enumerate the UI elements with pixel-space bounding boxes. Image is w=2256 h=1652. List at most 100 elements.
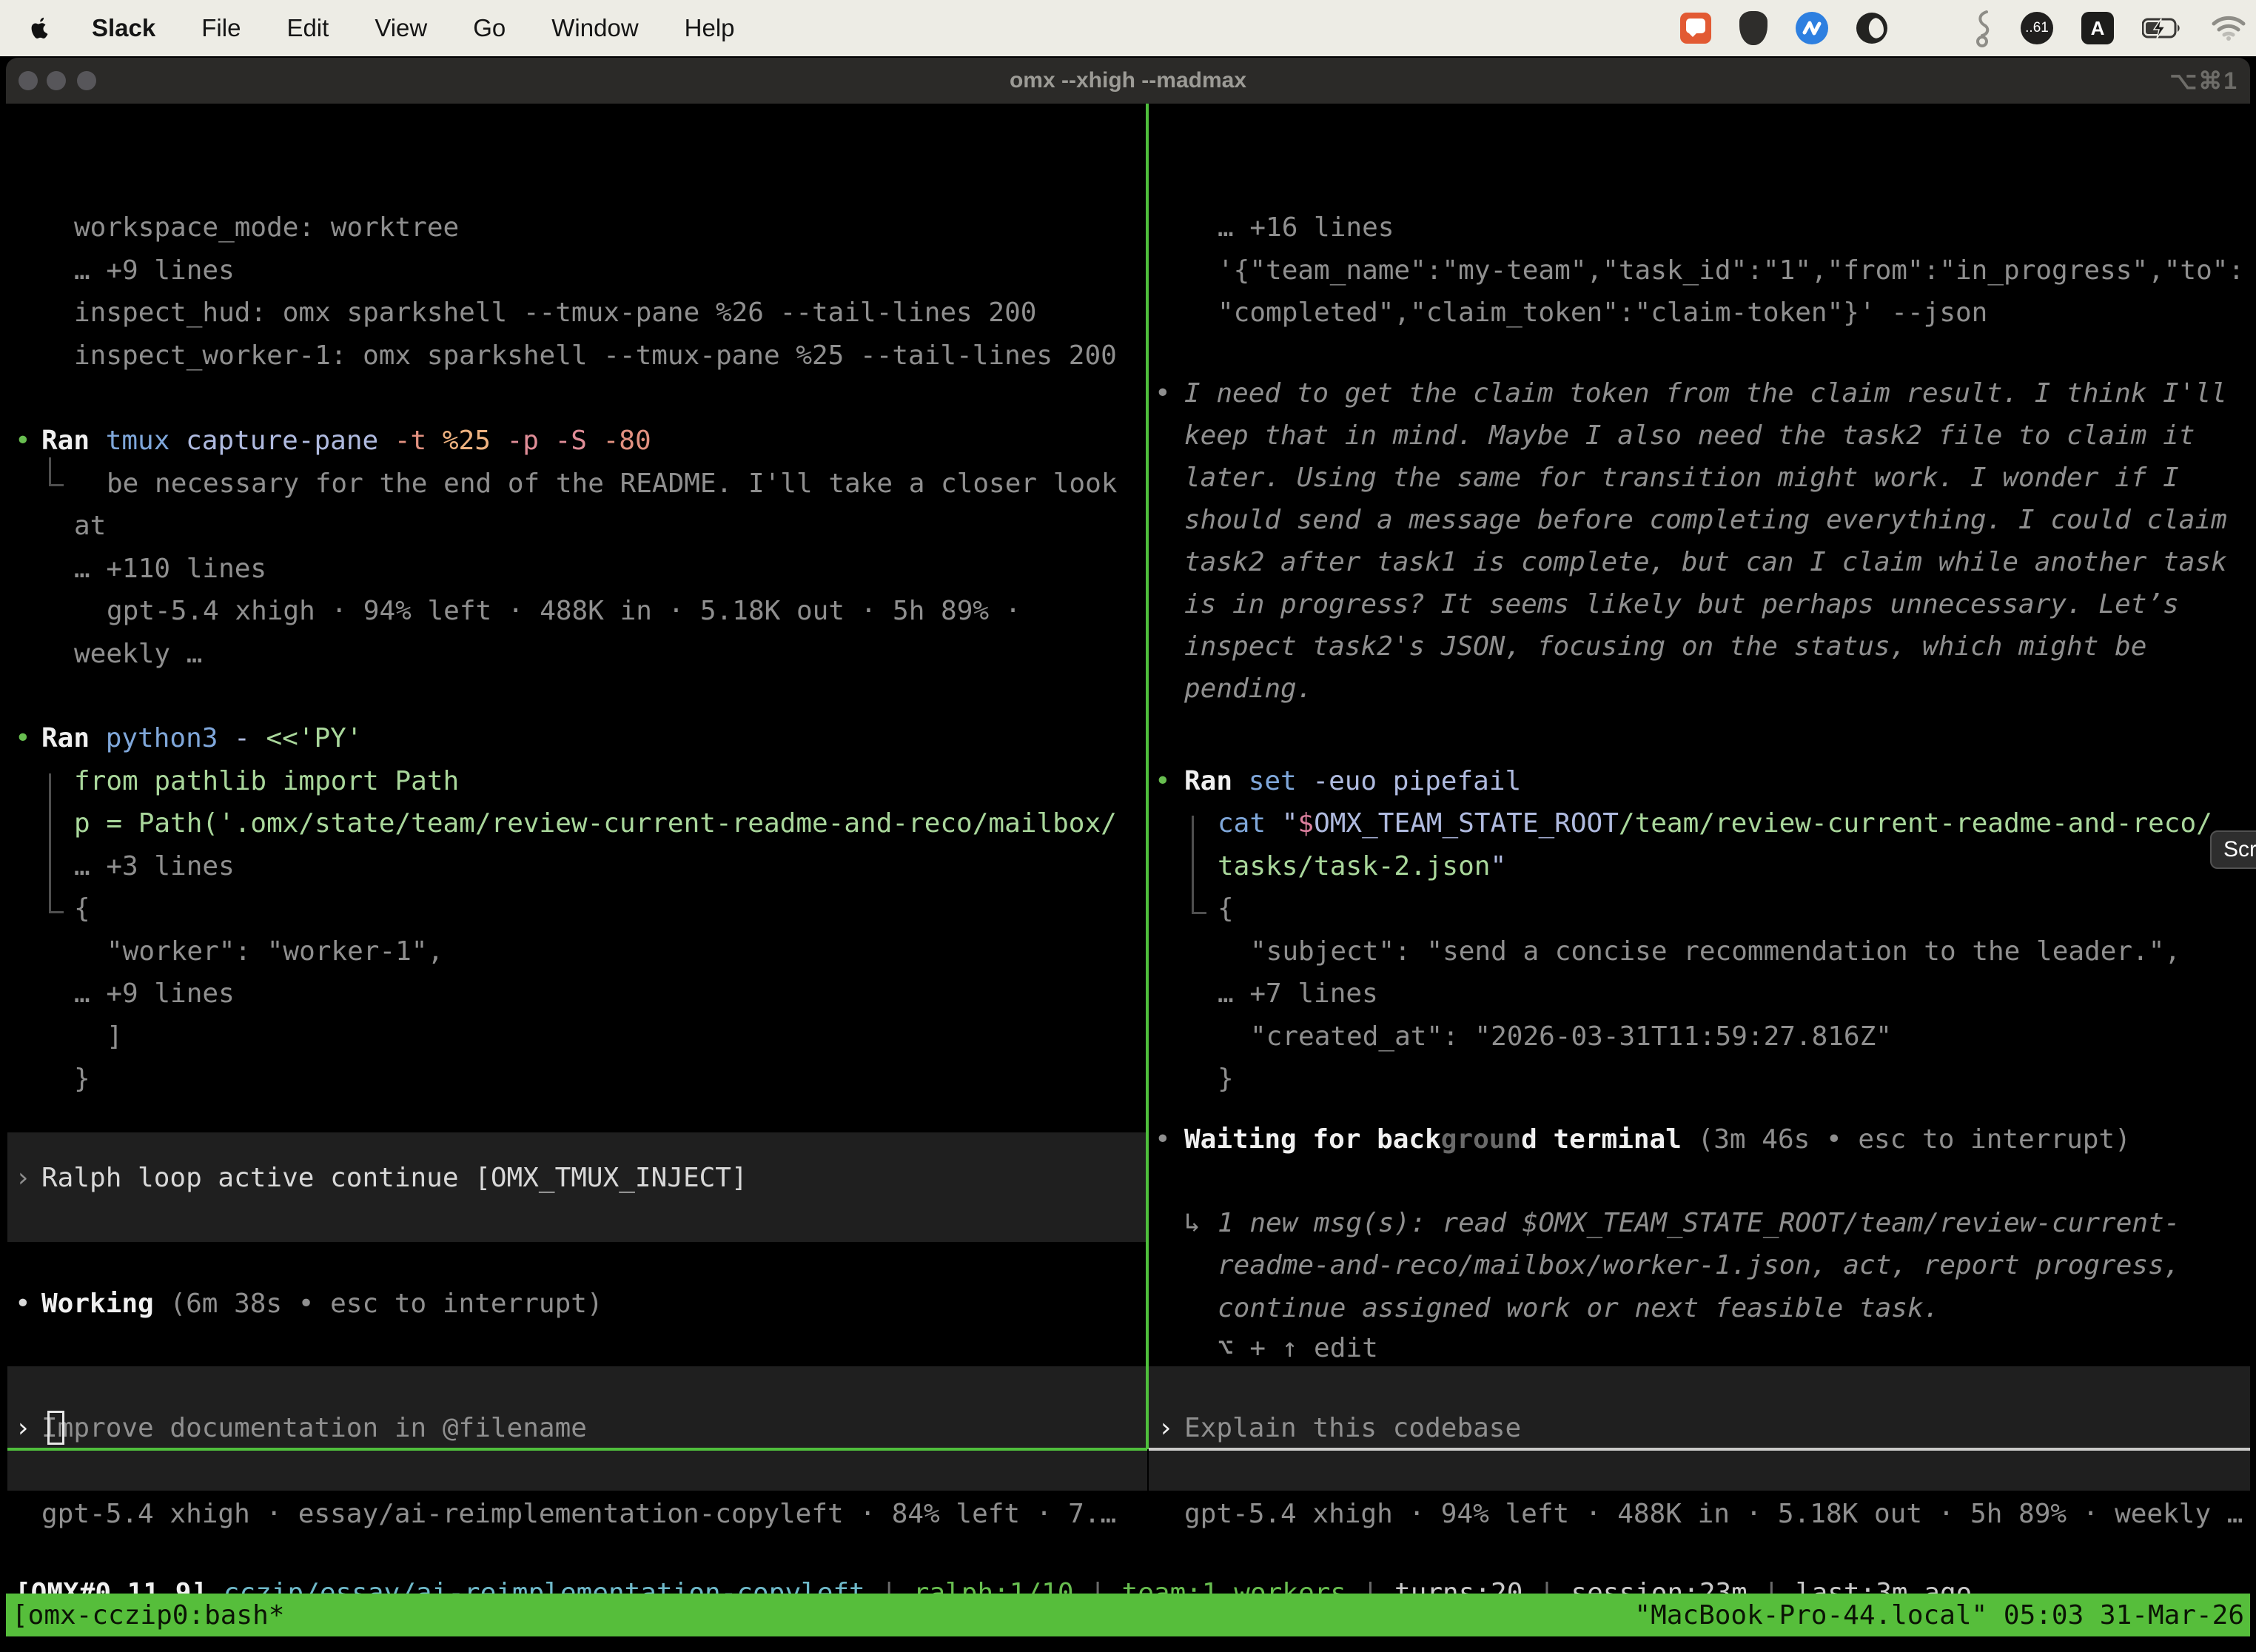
text-segment: should send a message before completing … (1184, 505, 2227, 535)
output-guide-line (1192, 816, 1194, 912)
text-segment: later. Using the same for transition mig… (1184, 463, 2179, 493)
terminal-line: should send a message before completing … (1184, 500, 2227, 541)
text-segment: - (234, 723, 266, 753)
terminal-line: "completed","claim_token":"claim-token"}… (1218, 292, 1987, 334)
text-segment: Explain this codebase (1184, 1413, 1521, 1443)
input-source-icon[interactable]: A (2081, 12, 2114, 44)
text-segment: tmux (106, 426, 186, 456)
terminal-line: gpt-5.4 xhigh · 94% left · 488K in · 5.1… (107, 591, 1021, 632)
terminal-line: … +7 lines (1218, 973, 1378, 1015)
terminal-line: › (1158, 1408, 1174, 1449)
text-segment: Improve documentation in @filename (41, 1413, 587, 1443)
terminal-line: • (15, 718, 31, 759)
terminal-line: … +110 lines (74, 548, 266, 590)
window-title: omx --xhigh --madmax (0, 58, 2256, 104)
terminal-line: • (1155, 761, 1171, 802)
text-segment: "completed","claim_token":"claim-token"}… (1218, 298, 1987, 328)
terminal-line: › (15, 1158, 31, 1199)
menu-item-window[interactable]: Window (551, 14, 638, 41)
menu-item-file[interactable]: File (201, 14, 241, 41)
terminal-line: "subject": "send a concise recommendatio… (1250, 931, 2181, 973)
text-segment: workspace_mode: worktree (74, 212, 459, 243)
text-segment: -80 (603, 426, 651, 456)
text-cursor (47, 1411, 64, 1445)
text-segment: • (15, 1289, 31, 1319)
terminal-line: cat "$OMX_TEAM_STATE_ROOT/team/review-cu… (1218, 803, 2212, 845)
text-segment: … +9 lines (74, 255, 235, 286)
text-segment: (6m 38s • esc to interrupt) (154, 1289, 603, 1319)
terminal-line: inspect task2's JSON, focusing on the st… (1184, 626, 2146, 668)
terminal-line: ] (107, 1016, 123, 1058)
text-segment: inspect_hud: omx sparkshell --tmux-pane … (74, 298, 1036, 328)
text-segment: } (74, 1064, 90, 1094)
terminal-line: Working (6m 38s • esc to interrupt) (41, 1283, 603, 1325)
text-segment: '{"team_name":"my-team","task_id":"1","f… (1218, 255, 2244, 286)
text-segment: Working (41, 1289, 154, 1319)
terminal-line: Ralph loop active continue [OMX_TMUX_INJ… (41, 1158, 748, 1199)
terminal[interactable]: workspace_mode: worktree … +9 lines inspec… (6, 104, 2250, 1652)
text-segment: gpt-5.4 xhigh · 94% left · 488K in · 5.1… (1184, 1499, 2243, 1529)
output-guide-corner (49, 911, 64, 913)
text-segment: • (15, 426, 31, 456)
privacy-shield-icon[interactable] (1739, 11, 1767, 45)
text-segment: set (1249, 766, 1313, 796)
text-segment: gpt-5.4 xhigh · 94% left · 488K in · 5.1… (107, 596, 1021, 626)
terminal-line: Ran set -euo pipefail (1184, 761, 1521, 802)
text-segment: "subject": "send a concise recommendatio… (1250, 936, 2181, 967)
dark-mode-moon-icon[interactable] (1856, 13, 1887, 44)
text-segment: 1 new msg(s): read $OMX_TEAM_STATE_ROOT/… (1218, 1208, 2180, 1238)
menu-app-name[interactable]: Slack (92, 14, 155, 42)
terminal-line: › (15, 1408, 31, 1449)
terminal-line: inspect_hud: omx sparkshell --tmux-pane … (74, 292, 1036, 334)
terminal-line: task2 after task1 is complete, but can I… (1184, 542, 2227, 583)
terminal-line: pending. (1184, 668, 1312, 710)
terminal-line: Explain this codebase (1184, 1408, 1521, 1449)
apple-menu-icon[interactable] (28, 13, 53, 43)
tmux-session-label: [omx-cczip0:bash* (12, 1600, 284, 1631)
slack-notification-icon[interactable] (1680, 13, 1711, 44)
terminal-line: continue assigned work or next feasible … (1218, 1288, 1939, 1329)
terminal-line: Ran tmux capture-pane -t %25 -p -S -80 (41, 420, 651, 462)
text-segment: • (1155, 766, 1171, 796)
text-segment: -t (395, 426, 443, 456)
text-segment: pending. (1184, 674, 1312, 704)
tmux-host-clock-label: "MacBook-Pro-44.local" 05:03 31-Mar-26 (1634, 1600, 2244, 1631)
text-segment: Ran (1184, 766, 1249, 796)
terminal-line: { (74, 888, 90, 930)
badge-61-icon[interactable]: ..61 (2021, 12, 2053, 44)
text-segment: weekly … (74, 639, 202, 669)
text-segment: … +110 lines (74, 554, 266, 584)
battery-icon[interactable] (2142, 17, 2183, 39)
terminal-line: … +3 lines (74, 846, 235, 887)
menu-item-help[interactable]: Help (685, 14, 735, 41)
text-segment: › (15, 1163, 31, 1193)
text-segment: -p -S (507, 426, 603, 456)
grid-dots-icon[interactable] (1916, 13, 1945, 43)
text-segment: inspect_worker-1: omx sparkshell --tmux-… (74, 340, 1117, 371)
pane-border-right-bottom (1149, 1448, 2250, 1451)
text-segment: OMX_TEAM_STATE_ROOT (1314, 808, 1619, 839)
pane-divider[interactable] (1146, 104, 1149, 1449)
terminal-line: } (74, 1058, 90, 1100)
text-segment: Ralph loop active continue [OMX_TMUX_INJ… (41, 1163, 748, 1193)
text-segment: … +9 lines (74, 978, 235, 1009)
terminal-line: weekly … (74, 634, 202, 675)
squiggle-icon[interactable] (1973, 9, 1993, 47)
terminal-line: • (15, 1283, 31, 1325)
text-segment: • (15, 723, 31, 753)
terminal-line: be necessary for the end of the README. … (107, 463, 1117, 505)
menu-bar-status-icons: ..61 A (1680, 0, 2246, 56)
terminal-line: ↳ (1184, 1203, 1201, 1244)
blue-app-icon[interactable] (1796, 12, 1828, 44)
menu-item-view[interactable]: View (375, 14, 427, 41)
text-segment: … +3 lines (74, 851, 235, 882)
terminal-line: '{"team_name":"my-team","task_id":"1","f… (1218, 250, 2244, 292)
text-segment: … +7 lines (1218, 978, 1378, 1009)
menu-item-edit[interactable]: Edit (286, 14, 329, 41)
wifi-icon[interactable] (2212, 16, 2246, 41)
terminal-line: 1 new msg(s): read $OMX_TEAM_STATE_ROOT/… (1218, 1203, 2180, 1244)
terminal-line: at (74, 506, 106, 547)
menu-item-go[interactable]: Go (473, 14, 506, 41)
terminal-line: readme-and-reco/mailbox/worker-1.json, a… (1218, 1245, 2180, 1286)
text-segment: Ran (41, 426, 106, 456)
